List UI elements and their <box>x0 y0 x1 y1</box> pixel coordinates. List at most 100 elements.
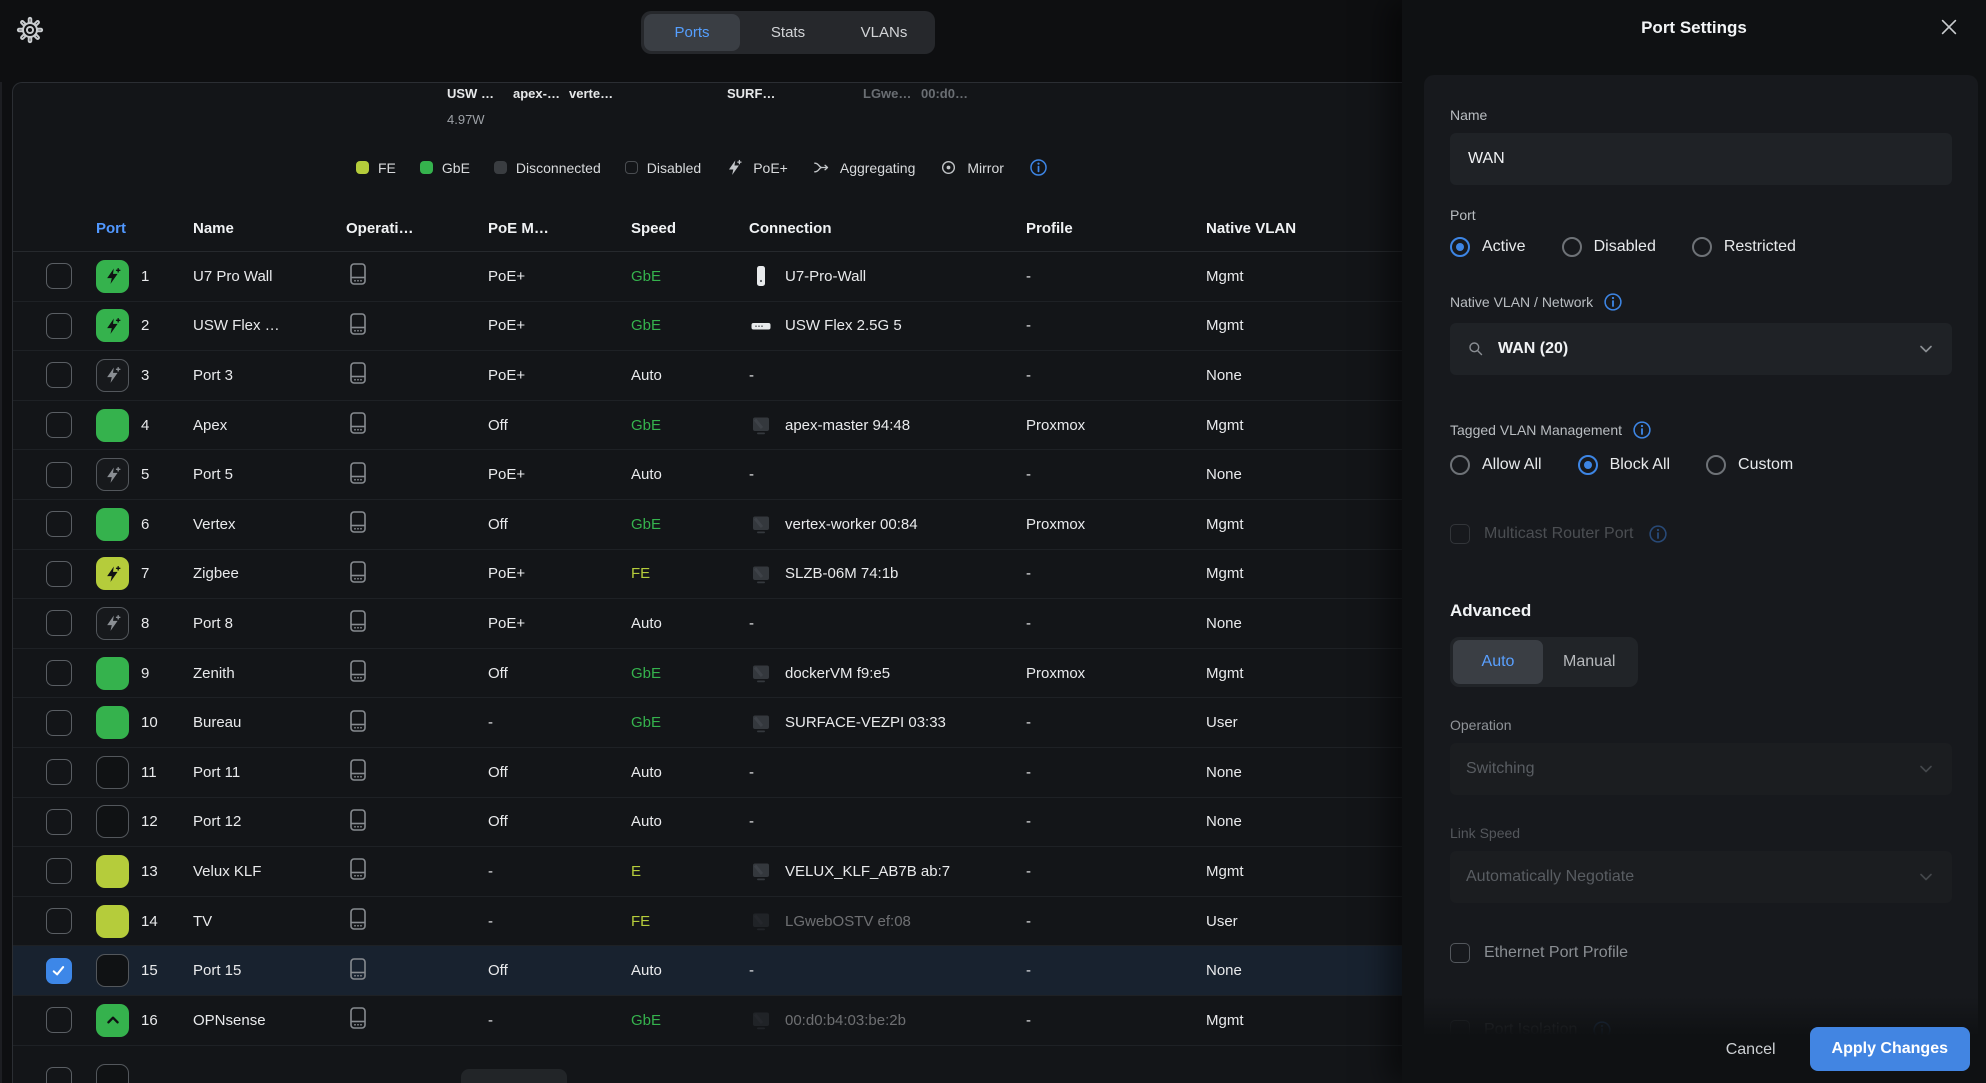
port-number: 4 <box>141 417 193 434</box>
port-number: 11 <box>141 764 193 781</box>
tagged-vlan-radio-custom[interactable]: Custom <box>1706 455 1793 475</box>
apply-changes-button[interactable]: Apply Changes <box>1810 1027 1970 1071</box>
info-icon[interactable] <box>1631 419 1653 441</box>
radio-label: Block All <box>1610 456 1670 474</box>
switch-device-icon <box>346 1005 370 1031</box>
cancel-button[interactable]: Cancel <box>1722 1029 1780 1071</box>
port-name: Port 11 <box>193 764 346 781</box>
poe-mode-cell: PoE+ <box>488 565 631 582</box>
operation-cell <box>346 608 488 638</box>
port-number: 12 <box>141 813 193 830</box>
checkbox[interactable] <box>1450 943 1470 963</box>
row-checkbox[interactable] <box>46 660 72 686</box>
port-status-connected-icon <box>96 508 129 541</box>
poe-mode-cell: PoE+ <box>488 615 631 632</box>
multicast-router-port-label: Multicast Router Port <box>1484 525 1633 543</box>
port-status-fe-connected-icon <box>96 855 129 888</box>
row-checkbox[interactable] <box>46 809 72 835</box>
row-checkbox[interactable] <box>46 858 72 884</box>
poe-mode-cell: Off <box>488 516 631 533</box>
ap-device-icon <box>749 264 773 288</box>
port-state-radio-restricted[interactable]: Restricted <box>1692 237 1796 257</box>
row-checkbox[interactable] <box>46 313 72 339</box>
tagged-vlan-radio-allow-all[interactable]: Allow All <box>1450 455 1542 475</box>
switch-device-icon <box>346 559 370 585</box>
port-legend: FEGbEDisconnectedDisabledPoE+Aggregating… <box>356 157 1049 178</box>
left-card-edge <box>0 82 2 1083</box>
column-header-name[interactable]: Name <box>193 220 346 237</box>
radio-icon[interactable] <box>1578 455 1598 475</box>
row-checkbox[interactable] <box>46 610 72 636</box>
tab-stats[interactable]: Stats <box>740 14 836 51</box>
device-port-label: SURF… <box>727 86 775 101</box>
legend-info-icon[interactable] <box>1028 157 1049 178</box>
poe-mode-cell: - <box>488 714 631 731</box>
row-checkbox[interactable] <box>46 462 72 488</box>
speed-cell: FE <box>631 565 749 582</box>
connection-cell: dockerVM f9:e5 <box>749 661 1026 685</box>
row-checkbox[interactable] <box>46 908 72 934</box>
port-state-radio-active[interactable]: Active <box>1450 237 1526 257</box>
connection-text: apex-master 94:48 <box>785 417 910 434</box>
row-checkbox[interactable] <box>46 710 72 736</box>
profile-cell: - <box>1026 962 1206 979</box>
mode-toggle-manual[interactable]: Manual <box>1543 640 1635 684</box>
row-checkbox[interactable] <box>46 1067 72 1083</box>
column-header-speed[interactable]: Speed <box>631 220 749 237</box>
row-checkbox[interactable] <box>46 263 72 289</box>
profile-cell: - <box>1026 863 1206 880</box>
column-header-connection[interactable]: Connection <box>749 220 1026 237</box>
port-state-radio-disabled[interactable]: Disabled <box>1562 237 1656 257</box>
ethernet-port-profile-checkbox-row[interactable]: Ethernet Port Profile <box>1450 943 1952 963</box>
radio-icon[interactable] <box>1692 237 1712 257</box>
speed-cell: GbE <box>631 714 749 731</box>
switch-device-icon <box>346 410 370 436</box>
device-port-label: apex-… <box>513 86 560 101</box>
port-settings-panel: Port Settings Name Port ActiveDisabledRe… <box>1402 0 1986 1083</box>
close-icon[interactable] <box>1938 16 1960 38</box>
column-header-poe-m-[interactable]: PoE M… <box>488 220 631 237</box>
native-vlan-select[interactable]: WAN (20) <box>1450 323 1952 375</box>
speed-cell: Auto <box>631 764 749 781</box>
info-icon[interactable] <box>1602 291 1624 313</box>
tab-ports[interactable]: Ports <box>644 14 740 51</box>
poe-mode-cell: - <box>488 913 631 930</box>
row-checkbox[interactable] <box>46 511 72 537</box>
speed-cell: GbE <box>631 516 749 533</box>
settings-gear-icon[interactable] <box>16 16 44 44</box>
mode-toggle-auto[interactable]: Auto <box>1453 640 1543 684</box>
column-header-operati-[interactable]: Operati… <box>346 220 488 237</box>
port-name: Zenith <box>193 665 346 682</box>
column-header-port[interactable]: Port <box>96 220 193 237</box>
link-speed-select[interactable]: Automatically Negotiate <box>1450 851 1952 903</box>
radio-icon[interactable] <box>1706 455 1726 475</box>
radio-icon[interactable] <box>1562 237 1582 257</box>
horizontal-scrollbar-thumb[interactable] <box>461 1069 567 1083</box>
port-name-input[interactable] <box>1450 133 1952 185</box>
view-tabs: PortsStatsVLANs <box>641 11 935 54</box>
port-name: OPNsense <box>193 1012 346 1029</box>
port-status-disconnected-icon <box>96 954 129 987</box>
radio-label: Restricted <box>1724 238 1796 256</box>
multicast-router-port-checkbox-row[interactable]: Multicast Router Port <box>1450 523 1952 545</box>
row-checkbox[interactable] <box>46 1007 72 1033</box>
port-name: TV <box>193 913 346 930</box>
column-header-profile[interactable]: Profile <box>1026 220 1206 237</box>
radio-icon[interactable] <box>1450 237 1470 257</box>
gbe-swatch-icon <box>420 161 433 174</box>
row-checkbox[interactable] <box>46 759 72 785</box>
row-checkbox[interactable] <box>46 561 72 587</box>
radio-icon[interactable] <box>1450 455 1470 475</box>
row-checkbox[interactable] <box>46 412 72 438</box>
connection-text: - <box>749 764 754 781</box>
connection-cell: SURFACE-VEZPI 03:33 <box>749 711 1026 735</box>
row-checkbox[interactable] <box>46 362 72 388</box>
tagged-vlan-radio-block-all[interactable]: Block All <box>1578 455 1670 475</box>
switch-device-icon <box>346 856 370 882</box>
poe-mode-cell: Off <box>488 962 631 979</box>
connection-text: SLZB-06M 74:1b <box>785 565 898 582</box>
tab-vlans[interactable]: VLANs <box>836 14 932 51</box>
checkbox[interactable] <box>1450 524 1470 544</box>
operation-select[interactable]: Switching <box>1450 743 1952 795</box>
row-checkbox[interactable] <box>46 958 72 984</box>
